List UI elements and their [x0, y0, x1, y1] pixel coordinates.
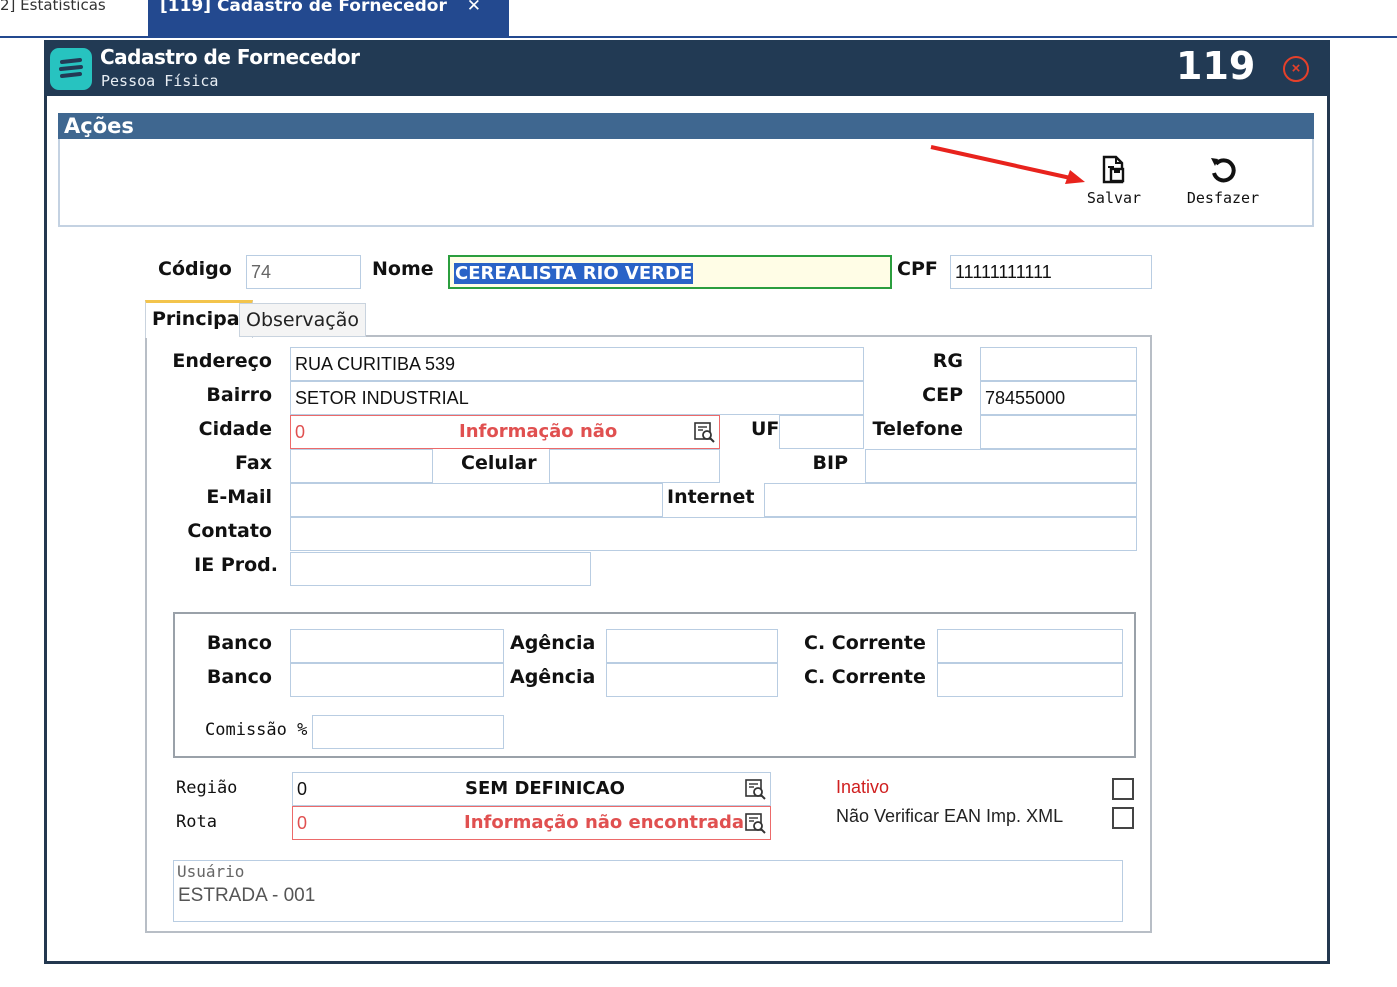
comissao-label: Comissão % [205, 720, 308, 740]
app-logo-icon [50, 48, 92, 90]
contato-label: Contato [187, 520, 272, 542]
regiao-label: Região [176, 778, 238, 798]
regiao-value: 0 [297, 779, 308, 799]
actions-header: Ações [58, 113, 1314, 139]
undo-label: Desfazer [1186, 189, 1260, 207]
email-field[interactable] [290, 483, 663, 517]
cidade-label: Cidade [198, 418, 272, 440]
search-lookup-icon[interactable] [744, 812, 766, 834]
comissao-field[interactable] [312, 715, 504, 749]
cpf-label: CPF [897, 258, 938, 280]
rg-label: RG [932, 350, 963, 372]
banco-field-1[interactable] [290, 629, 504, 663]
endereco-field[interactable]: RUA CURITIBA 539 [290, 347, 864, 381]
contato-field[interactable] [290, 517, 1137, 551]
fax-field[interactable] [290, 449, 433, 483]
celular-label: Celular [461, 452, 537, 474]
endereco-label: Endereço [172, 350, 272, 372]
usuario-box [173, 860, 1123, 922]
codigo-field[interactable]: 74 [246, 255, 361, 289]
tab-principal[interactable]: Principal [145, 300, 254, 338]
cep-field[interactable]: 78455000 [980, 381, 1137, 415]
tab-cadastro-fornecedor[interactable]: [119] Cadastro de Fornecedor ✕ [148, 0, 509, 38]
search-lookup-icon[interactable] [744, 778, 766, 800]
nome-field[interactable]: CEREALISTA RIO VERDE [448, 255, 892, 289]
bip-label: BIP [812, 452, 848, 474]
close-glyph: × [1291, 59, 1301, 77]
search-lookup-icon[interactable] [693, 421, 715, 443]
tab-close-icon[interactable]: ✕ [467, 0, 481, 16]
window-close-icon[interactable]: × [1283, 56, 1309, 82]
telefone-field[interactable] [980, 415, 1137, 449]
usuario-label: Usuário [177, 862, 245, 881]
inativo-label: Inativo [836, 777, 890, 797]
ieprod-label: IE Prod. [194, 554, 278, 576]
agencia-field-2[interactable] [606, 663, 778, 697]
tabstrip-divider [0, 36, 1397, 38]
tab-observacao[interactable]: Observação [239, 303, 367, 337]
banco-label-1: Banco [206, 632, 272, 654]
agencia-label-1: Agência [510, 632, 596, 654]
undo-button[interactable]: Desfazer [1182, 155, 1264, 207]
codigo-label: Código [158, 258, 232, 280]
agencia-label-2: Agência [510, 666, 596, 688]
save-label: Salvar [1086, 189, 1142, 207]
telefone-label: Telefone [872, 418, 963, 440]
bairro-label: Bairro [206, 384, 272, 406]
banco-field-2[interactable] [290, 663, 504, 697]
banco-label-2: Banco [206, 666, 272, 688]
window-title: Cadastro de Fornecedor [100, 45, 360, 69]
cc-field-1[interactable] [937, 629, 1123, 663]
inativo-checkbox[interactable] [1112, 778, 1134, 800]
rota-value: 0 [297, 813, 308, 833]
email-label: E-Mail [206, 486, 272, 508]
cep-label: CEP [922, 384, 963, 406]
nao-verificar-label: Não Verificar EAN Imp. XML [836, 806, 1064, 826]
cc-field-2[interactable] [937, 663, 1123, 697]
rota-label: Rota [176, 812, 217, 832]
cpf-field[interactable]: 11111111111 [950, 255, 1152, 289]
cc-label-2: C. Corrente [804, 666, 926, 688]
nao-verificar-checkbox[interactable] [1112, 807, 1134, 829]
tab-estatisticas[interactable]: 2] Estatísticas [0, 0, 140, 36]
internet-label: Internet [667, 486, 755, 508]
bairro-field[interactable]: SETOR INDUSTRIAL [290, 381, 864, 415]
rg-field[interactable] [980, 347, 1137, 381]
celular-field[interactable] [549, 449, 720, 483]
undo-icon [1211, 158, 1236, 183]
nome-value: CEREALISTA RIO VERDE [454, 263, 694, 284]
rota-error: Informação não encontrada. [464, 812, 751, 833]
cidade-field[interactable]: 0 Informação não [290, 415, 720, 449]
tab-estatisticas-label: 2] Estatísticas [0, 0, 106, 14]
window-subtitle: Pessoa Física [101, 72, 219, 90]
annotation-arrow [930, 145, 1085, 184]
save-doc-icon [1102, 155, 1125, 184]
rota-field[interactable]: 0 Informação não encontrada. [292, 806, 771, 840]
internet-field[interactable] [764, 483, 1137, 517]
ieprod-field[interactable] [290, 552, 591, 586]
agencia-field-1[interactable] [606, 629, 778, 663]
usuario-value: ESTRADA - 001 [178, 885, 316, 906]
regiao-field[interactable]: 0 SEM DEFINICAO [292, 772, 771, 806]
cidade-value: 0 [295, 422, 306, 442]
regiao-desc: SEM DEFINICAO [465, 778, 625, 799]
bip-field[interactable] [865, 449, 1137, 483]
nome-label: Nome [372, 258, 434, 280]
uf-label: UF [751, 418, 780, 440]
tab-cadastro-label: [119] Cadastro de Fornecedor [160, 0, 447, 16]
fax-label: Fax [235, 452, 272, 474]
cc-label-1: C. Corrente [804, 632, 926, 654]
cidade-error: Informação não [459, 421, 618, 442]
window-code: 119 [1176, 44, 1256, 88]
uf-field[interactable] [779, 415, 864, 449]
